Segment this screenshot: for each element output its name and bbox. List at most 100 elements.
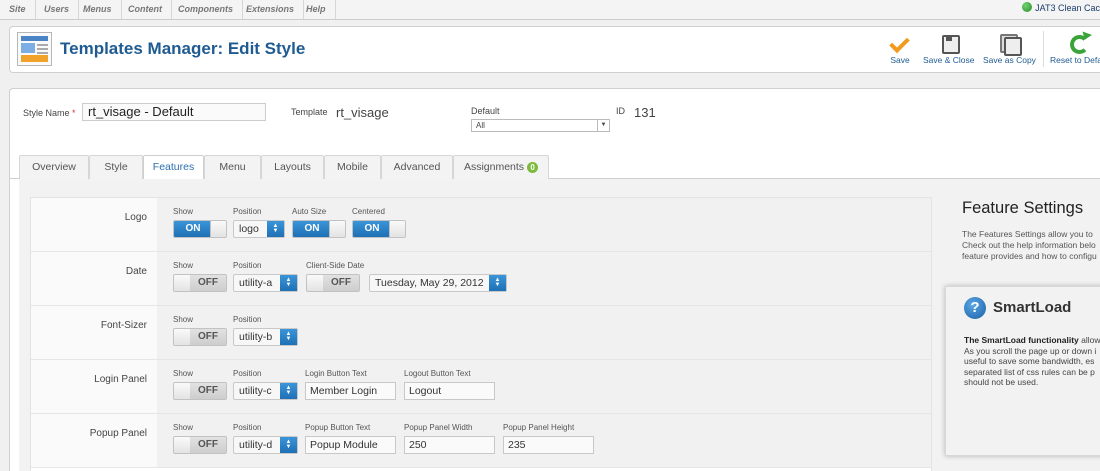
reset-to-default-button[interactable]: Reset to Defau: [1050, 33, 1100, 65]
logo-centered-state: ON: [353, 221, 391, 237]
default-select[interactable]: All ▼: [471, 119, 610, 132]
features-tab-content: Logo Show ON Position logo ▲ ▼ Auto Size O…: [19, 179, 1100, 471]
feature-controls-popup: Show OFF Position utility-d ▲ ▼ Popup Butt…: [157, 414, 931, 467]
save-as-copy-button[interactable]: Save as Copy: [983, 33, 1036, 65]
tab-bar: Overview Style Features Menu Layouts Mob…: [10, 155, 1100, 180]
top-menu-bar: Site Users Menus Content Components Exte…: [0, 0, 1100, 20]
date-format-value: Tuesday, May 29, 2012: [375, 277, 484, 289]
smartload-line: useful to save some bandwidth, es: [964, 356, 1095, 366]
fontsizer-show-label: Show: [173, 315, 194, 324]
login-button-text-label: Login Button Text: [305, 369, 367, 378]
logo-autosize-state: ON: [293, 221, 331, 237]
select-arrows-icon: ▲ ▼: [280, 275, 297, 291]
feature-label-fontsizer: Font-Sizer: [31, 306, 157, 359]
copy-disk-icon: [999, 33, 1023, 56]
date-show-label: Show: [173, 261, 194, 270]
popup-show-state: OFF: [190, 437, 226, 453]
popup-button-text-input[interactable]: Popup Module: [305, 436, 396, 454]
popup-position-select[interactable]: utility-d ▲ ▼: [233, 436, 298, 454]
tab-advanced[interactable]: Advanced: [381, 155, 453, 179]
menu-users[interactable]: Users: [35, 0, 80, 19]
feature-label-popup: Popup Panel: [31, 414, 157, 467]
template-value: rt_visage: [336, 105, 389, 120]
logo-autosize-label: Auto Size: [292, 207, 327, 216]
logo-show-state: ON: [174, 221, 212, 237]
site-brand-link[interactable]: JAT3 Clean Cac: [1022, 0, 1100, 19]
logout-button-text-input[interactable]: Logout: [404, 382, 495, 400]
save-close-button[interactable]: Save & Close: [923, 33, 975, 65]
select-arrows-icon: ▲ ▼: [280, 437, 297, 453]
menu-help[interactable]: Help: [297, 0, 336, 19]
help-question-icon: ?: [964, 297, 986, 319]
fontsizer-show-toggle[interactable]: OFF: [173, 328, 227, 346]
popup-position-label: Position: [233, 423, 262, 432]
site-globe-icon: [1022, 2, 1033, 12]
feature-row-fontsizer: Font-Sizer Show OFF Position utility-b ▲ ▼: [31, 306, 931, 360]
logout-button-text-label: Logout Button Text: [404, 369, 471, 378]
menu-components[interactable]: Components: [169, 0, 243, 19]
fontsizer-position-select[interactable]: utility-b ▲ ▼: [233, 328, 298, 346]
date-format-select[interactable]: Tuesday, May 29, 2012 ▲ ▼: [369, 274, 507, 292]
date-show-toggle[interactable]: OFF: [173, 274, 227, 292]
menu-extensions[interactable]: Extensions: [237, 0, 305, 19]
style-name-input[interactable]: rt_visage - Default: [82, 103, 266, 121]
tab-layouts[interactable]: Layouts: [261, 155, 324, 179]
smartload-bold-tail: allow: [1078, 335, 1100, 345]
popup-width-input[interactable]: 250: [404, 436, 495, 454]
date-clientside-toggle[interactable]: OFF: [306, 274, 360, 292]
tab-overview[interactable]: Overview: [19, 155, 89, 179]
feature-settings-line: Check out the help information belo: [962, 240, 1096, 250]
fontsizer-position-value: utility-b: [239, 331, 273, 343]
feature-controls-fontsizer: Show OFF Position utility-b ▲ ▼: [157, 306, 931, 359]
save-close-button-label: Save & Close: [923, 55, 975, 65]
toolbar-divider: [1043, 31, 1044, 67]
popup-position-value: utility-d: [239, 439, 273, 451]
logo-position-value: logo: [239, 223, 259, 235]
smartload-line: separated list of css rules can be p: [964, 366, 1095, 377]
default-label: Default: [471, 106, 500, 116]
save-as-copy-button-label: Save as Copy: [983, 55, 1036, 65]
menu-site[interactable]: Site: [0, 0, 36, 19]
feature-row-date: Date Show OFF Position utility-a ▲ ▼ Clien…: [31, 252, 931, 306]
smartload-title: SmartLoad: [993, 299, 1072, 316]
date-position-select[interactable]: utility-a ▲ ▼: [233, 274, 298, 292]
popup-height-input[interactable]: 235: [503, 436, 594, 454]
date-position-label: Position: [233, 261, 262, 270]
feature-label-logo: Logo: [31, 198, 157, 251]
menu-content[interactable]: Content: [119, 0, 172, 19]
login-show-label: Show: [173, 369, 194, 378]
tab-assignments[interactable]: Assignments 0: [453, 155, 549, 179]
required-marker: *: [72, 108, 76, 118]
date-show-state: OFF: [190, 275, 226, 291]
menu-menus[interactable]: Menus: [74, 0, 122, 19]
refresh-icon: [1068, 33, 1090, 54]
chevron-down-icon: ▼: [597, 120, 609, 131]
feature-settings-line: feature provides and how to configu: [962, 251, 1097, 261]
logo-centered-toggle[interactable]: ON: [352, 220, 406, 238]
style-name-label: Style Name *: [23, 108, 76, 118]
save-button[interactable]: Save: [890, 33, 910, 65]
logo-show-toggle[interactable]: ON: [173, 220, 227, 238]
popup-show-label: Show: [173, 423, 194, 432]
tab-features[interactable]: Features: [143, 155, 204, 180]
logo-show-label: Show: [173, 207, 194, 216]
tab-mobile[interactable]: Mobile: [324, 155, 381, 179]
login-show-state: OFF: [190, 383, 226, 399]
logo-position-select[interactable]: logo ▲ ▼: [233, 220, 285, 238]
feature-label-login: Login Panel: [31, 360, 157, 413]
checkmark-icon: [890, 33, 910, 53]
tab-style[interactable]: Style: [89, 155, 143, 179]
logo-autosize-toggle[interactable]: ON: [292, 220, 346, 238]
login-position-select[interactable]: utility-c ▲ ▼: [233, 382, 298, 400]
edit-style-panel: Style Name * rt_visage - Default Templat…: [9, 88, 1100, 471]
feature-label-date: Date: [31, 252, 157, 305]
login-position-label: Position: [233, 369, 262, 378]
feature-rows: Logo Show ON Position logo ▲ ▼ Auto Size O…: [30, 197, 932, 471]
login-button-text-input[interactable]: Member Login: [305, 382, 396, 400]
tab-menu[interactable]: Menu: [204, 155, 261, 179]
login-show-toggle[interactable]: OFF: [173, 382, 227, 400]
feature-controls-date: Show OFF Position utility-a ▲ ▼ Client-Sid…: [157, 252, 931, 305]
date-clientside-label: Client-Side Date: [306, 261, 365, 270]
feature-settings-title: Feature Settings: [962, 199, 1084, 217]
popup-show-toggle[interactable]: OFF: [173, 436, 227, 454]
